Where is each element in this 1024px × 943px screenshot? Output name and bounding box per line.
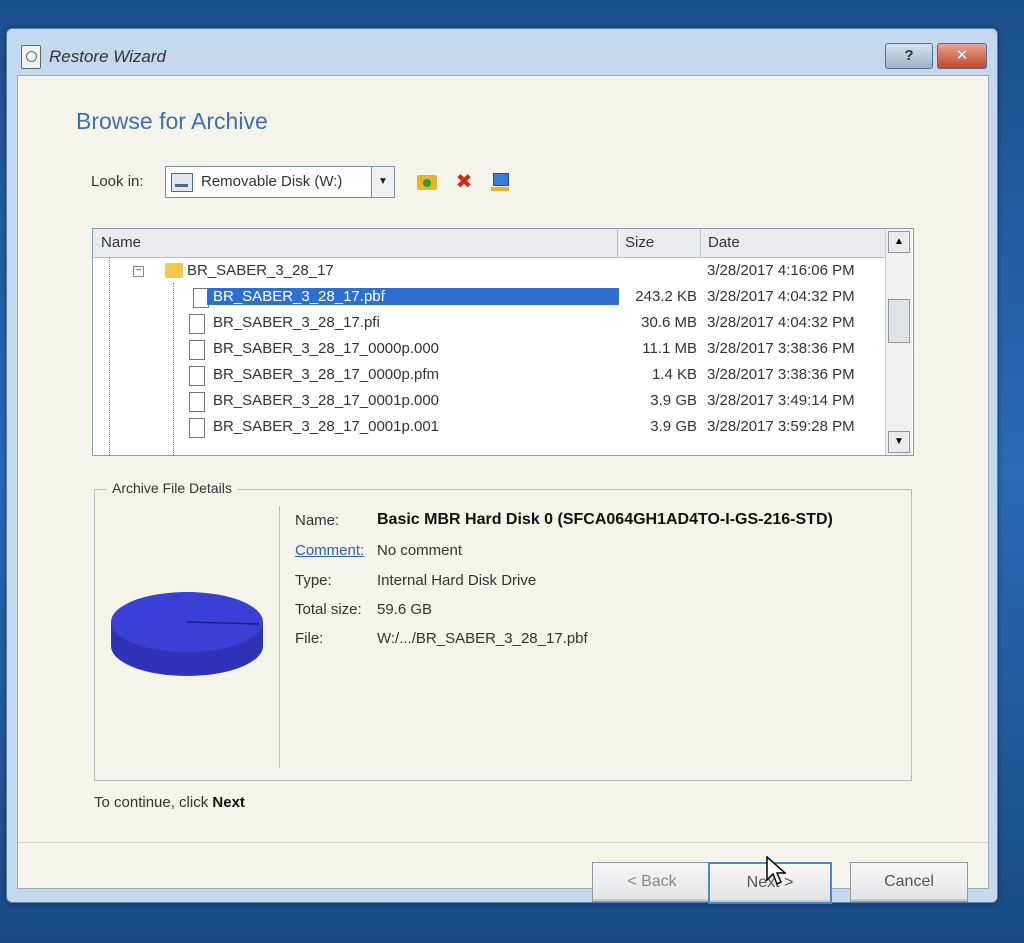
table-row-folder[interactable]: − BR_SABER_3_28_17 3/28/2017 4:16:06 PM <box>93 259 885 285</box>
column-name[interactable]: Name <box>93 229 618 257</box>
network-icon[interactable] <box>488 170 512 194</box>
scroll-down-arrow-icon[interactable]: ▼ <box>888 431 910 453</box>
file-name: BR_SABER_3_28_17_0001p.001 <box>213 418 440 435</box>
file-name: BR_SABER_3_28_17_0000p.000 <box>213 340 440 357</box>
file-size: 3.9 GB <box>650 418 697 435</box>
table-row[interactable]: BR_SABER_3_28_17.pbf 243.2 KB 3/28/2017 … <box>93 285 885 311</box>
folder-icon <box>165 263 183 278</box>
total-size-label: Total size: <box>295 601 362 618</box>
folder-name: BR_SABER_3_28_17 <box>187 262 334 279</box>
comment-value: No comment <box>377 542 463 559</box>
page-title: Browse for Archive <box>76 108 268 134</box>
folder-up-icon[interactable] <box>415 170 439 194</box>
file-size: 11.1 MB <box>642 340 697 357</box>
comment-link[interactable]: Comment: <box>295 542 364 559</box>
file-size: 1.4 KB <box>651 366 697 383</box>
name-label: Name: <box>295 512 340 529</box>
restore-wizard-window: Restore Wizard ? ✕ Browse for Archive Lo… <box>6 28 998 904</box>
archive-details-group: Name: Basic MBR Hard Disk 0 (SFCA064GH1A… <box>94 489 912 781</box>
file-size: 3.9 GB <box>650 392 697 409</box>
file-date: 3/28/2017 3:49:14 PM <box>707 392 855 409</box>
file-path-value: W:/.../BR_SABER_3_28_17.pbf <box>377 630 588 647</box>
look-in-dropdown[interactable]: Removable Disk (W:) ▼ <box>165 166 395 198</box>
details-divider <box>279 506 280 768</box>
continue-hint: To continue, click Next <box>94 794 245 811</box>
delete-icon[interactable]: ✖ <box>452 170 476 194</box>
file-name: BR_SABER_3_28_17_0001p.000 <box>213 392 440 409</box>
scroll-thumb[interactable] <box>888 299 910 343</box>
file-label: File: <box>295 630 324 647</box>
file-list-header: Name Size Date <box>93 229 886 258</box>
file-icon <box>189 418 205 438</box>
title-bar: Restore Wizard ? ✕ <box>7 29 997 81</box>
look-in-label: Look in: <box>91 173 144 190</box>
file-size: 243.2 KB <box>635 288 697 305</box>
app-icon <box>21 45 41 69</box>
file-date: 3/28/2017 4:04:32 PM <box>707 288 855 305</box>
file-date: 3/28/2017 3:59:28 PM <box>707 418 855 435</box>
column-size[interactable]: Size <box>617 229 701 257</box>
file-name: BR_SABER_3_28_17_0000p.pfm <box>213 366 439 383</box>
file-icon <box>189 340 205 360</box>
name-value: Basic MBR Hard Disk 0 (SFCA064GH1AD4TO-I… <box>377 511 833 528</box>
column-date[interactable]: Date <box>700 229 886 257</box>
wizard-client-area: Browse for Archive Look in: Removable Di… <box>17 75 989 904</box>
cancel-button[interactable]: Cancel <box>850 862 968 902</box>
vertical-scrollbar[interactable]: ▲ ▼ <box>885 229 912 455</box>
table-row[interactable]: BR_SABER_3_28_17_0001p.001 3.9 GB 3/28/2… <box>93 415 885 441</box>
file-icon <box>189 314 205 334</box>
table-row[interactable]: BR_SABER_3_28_17_0000p.000 11.1 MB 3/28/… <box>93 337 885 363</box>
type-label: Type: <box>295 572 332 589</box>
file-icon <box>189 366 205 386</box>
hint-text: To continue, click <box>94 794 213 811</box>
table-row[interactable]: BR_SABER_3_28_17.pfi 30.6 MB 3/28/2017 4… <box>93 311 885 337</box>
type-value: Internal Hard Disk Drive <box>377 572 537 589</box>
total-size-value: 59.6 GB <box>377 601 433 618</box>
back-button[interactable]: < Back <box>592 862 712 902</box>
chevron-down-icon[interactable]: ▼ <box>371 167 394 197</box>
table-row[interactable]: BR_SABER_3_28_17_0001p.000 3.9 GB 3/28/2… <box>93 389 885 415</box>
help-button[interactable]: ? <box>885 43 933 69</box>
scroll-up-arrow-icon[interactable]: ▲ <box>888 231 910 253</box>
folder-date: 3/28/2017 4:16:06 PM <box>707 262 855 279</box>
file-size: 30.6 MB <box>641 314 697 331</box>
collapse-icon[interactable]: − <box>133 266 144 277</box>
file-list[interactable]: Name Size Date − BR_SABER_3_28_17 3/28/2… <box>92 228 914 456</box>
file-date: 3/28/2017 3:38:36 PM <box>707 366 855 383</box>
table-row[interactable]: BR_SABER_3_28_17_0000p.pfm 1.4 KB 3/28/2… <box>93 363 885 389</box>
archive-details-label: Archive File Details <box>106 480 238 496</box>
removable-disk-icon <box>171 173 193 192</box>
look-in-value: Removable Disk (W:) <box>201 173 343 190</box>
mouse-cursor-icon <box>766 856 786 886</box>
file-icon <box>189 392 205 412</box>
hard-disk-icon <box>111 592 263 676</box>
close-button[interactable]: ✕ <box>937 43 987 69</box>
window-title: Restore Wizard <box>49 47 166 66</box>
file-date: 3/28/2017 3:38:36 PM <box>707 340 855 357</box>
footer-divider <box>18 842 988 843</box>
file-date: 3/28/2017 4:04:32 PM <box>707 314 855 331</box>
file-name: BR_SABER_3_28_17.pfi <box>213 314 380 331</box>
hint-action: Next <box>212 794 245 811</box>
file-name: BR_SABER_3_28_17.pbf <box>207 288 619 305</box>
